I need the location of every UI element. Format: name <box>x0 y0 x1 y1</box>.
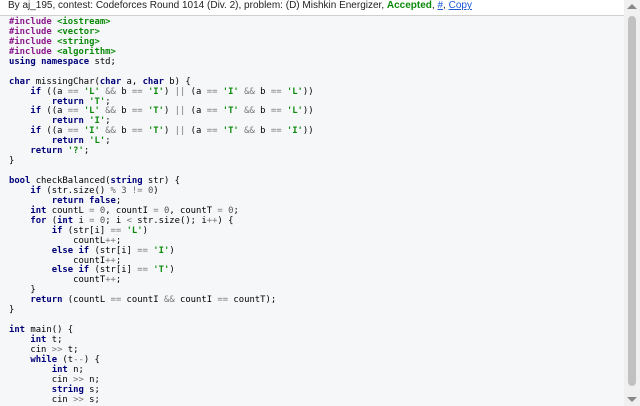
code-line: cin >> s; <box>9 394 100 405</box>
code-line: using namespace std; <box>9 56 116 67</box>
verdict-accepted: Accepted <box>386 0 432 11</box>
code-line: countT++; <box>9 275 122 286</box>
code-line: return '?'; <box>30 146 90 157</box>
scroll-down-arrow-icon[interactable] <box>627 397 637 402</box>
submission-header: By aj_195, contest: Codeforces Round 101… <box>0 0 640 15</box>
source-code-panel[interactable]: #include <iostream> #include <vector> #inc… <box>0 16 624 406</box>
copy-link[interactable]: Copy <box>449 0 472 11</box>
vertical-scrollbar[interactable] <box>624 0 640 406</box>
scroll-thumb[interactable] <box>628 16 636 386</box>
code-line: else if (str[i] == 'I') <box>51 245 175 256</box>
code-line: } <box>9 305 15 316</box>
code-line: return (countL == countI && countI == co… <box>30 295 277 306</box>
code-line: } <box>9 156 15 167</box>
source-code: #include <iostream> #include <vector> #inc… <box>9 17 314 406</box>
scroll-up-arrow-icon[interactable] <box>627 4 637 9</box>
submission-info: By aj_195, contest: Codeforces Round 101… <box>8 0 387 11</box>
